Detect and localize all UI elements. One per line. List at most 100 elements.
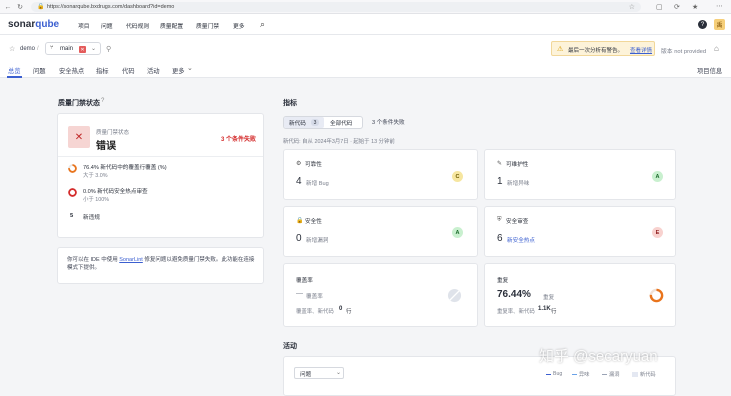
pin-icon[interactable]: ⚲ <box>106 45 111 53</box>
nav-item[interactable]: 代码规则 <box>126 21 149 30</box>
legend-swatch <box>546 374 551 375</box>
avatar[interactable]: 禹 <box>714 19 725 30</box>
tile-extra-unit: 行 <box>551 309 557 315</box>
version-text: 版本 not provided <box>661 49 707 55</box>
tile-value[interactable]: 76.44% <box>497 289 531 300</box>
coverage-donut <box>68 164 77 173</box>
favorites-icon[interactable]: ★ <box>692 3 698 11</box>
shield-icon: ⛨ <box>497 217 502 223</box>
tile-title: 覆盖率 <box>296 278 313 284</box>
watermark: 知乎 @secaryuan <box>539 348 658 365</box>
project-tab[interactable]: 活动 <box>147 66 160 75</box>
activity-legend: Bug 异味 漏洞 新代码 <box>546 371 674 379</box>
analysis-warning: ⚠ 最后一次分析有警告。 查看详情 <box>551 41 655 56</box>
chevron-down-icon: ⌄ <box>336 370 342 376</box>
nav-item[interactable]: 质量门禁 <box>196 21 219 30</box>
project-tab[interactable]: 指标 <box>96 66 109 75</box>
grade-badge-c: C <box>452 171 463 182</box>
address-bar[interactable]: 🔒 https://sonarqube.bxdrugs.com/dashboar… <box>31 2 641 12</box>
home-icon[interactable]: ⌂ <box>714 44 719 53</box>
sync-icon[interactable]: ⟳ <box>674 3 680 11</box>
condition-threshold: 小于 100% <box>83 197 110 203</box>
tile-title: 重复 <box>497 278 509 284</box>
logo[interactable]: sonarqube <box>8 19 59 30</box>
quality-gate-title: 质量门禁状态 <box>58 100 100 107</box>
activity-title: 活动 <box>283 343 297 350</box>
tab-icon[interactable]: ▢ <box>656 3 663 11</box>
tile-value[interactable]: 4 <box>296 176 302 187</box>
project-tab[interactable]: 更多 <box>172 66 185 75</box>
activity-metric-select[interactable]: 问题 ⌄ <box>294 367 344 379</box>
tile-value[interactable]: 1 <box>497 176 503 187</box>
nav-item[interactable]: 问题 <box>101 21 113 30</box>
quality-gate-card: ✕ 质量门禁状态 错误 3 个条件失败 76.4% 新代码中的覆盖行覆盖 (%)… <box>57 113 264 238</box>
wrench-icon: ✎ <box>497 161 503 167</box>
condition-value: 5 <box>70 213 74 219</box>
gate-failed-count: 3 个条件失败 <box>221 137 257 143</box>
warning-icon: ⚠ <box>557 46 564 53</box>
security-tile[interactable]: 🔒 安全性 0 新增漏洞 A <box>283 206 478 257</box>
condition-row[interactable]: 76.4% 新代码中的覆盖行覆盖 (%) 大于 3.0% <box>68 162 258 182</box>
project-info-link[interactable]: 项目信息 <box>697 66 722 75</box>
help-icon[interactable]: ? <box>698 20 707 29</box>
logo-suffix: qube <box>35 19 60 30</box>
gate-failed-icon: ✕ <box>68 126 90 148</box>
measures-title: 指标 <box>283 100 297 107</box>
gate-status: 错误 <box>96 141 116 152</box>
hotspot-donut <box>68 188 77 197</box>
tile-extra-value[interactable]: 1.1K <box>538 306 551 312</box>
grade-badge-e: E <box>652 227 663 238</box>
tile-label[interactable]: 新安全热点 <box>507 236 535 244</box>
tile-value[interactable]: 0 <box>296 233 302 244</box>
tile-value[interactable]: 6 <box>497 233 503 244</box>
tab-new-code[interactable]: 新代码 3 <box>284 117 324 128</box>
tile-title: 安全性 <box>305 219 322 225</box>
reliability-tile[interactable]: ⚙ 可靠性 4 新增 Bug C <box>283 149 478 200</box>
breadcrumb-separator: / <box>37 46 39 52</box>
project-tab[interactable]: 问题 <box>33 66 46 75</box>
project-tab[interactable]: 总览 <box>8 66 21 75</box>
branch-selector[interactable]: ⑂ main ✕ ⌄ <box>45 42 101 55</box>
help-circle-icon[interactable]: ? <box>101 98 104 104</box>
coverage-tile[interactable]: 覆盖率 — 覆盖率 覆盖率、新代码 0 行 <box>283 263 478 327</box>
bug-icon: ⚙ <box>296 161 302 167</box>
condition-row[interactable]: 5 新违规 <box>68 212 258 224</box>
legend-swatch <box>632 372 638 377</box>
search-icon[interactable]: ⌕ <box>260 19 265 30</box>
legend-label: 异味 <box>579 372 590 378</box>
nav-item[interactable]: 项目 <box>78 21 90 30</box>
tile-title: 安全审查 <box>506 219 529 225</box>
security-review-tile[interactable]: ⛨ 安全审查 6 新安全热点 E <box>484 206 676 257</box>
project-tab[interactable]: 安全热点 <box>59 66 84 75</box>
project-name[interactable]: demo <box>20 46 35 52</box>
divider <box>58 156 263 157</box>
warning-details-link[interactable]: 查看详情 <box>630 46 652 54</box>
lock-icon: 🔒 <box>37 4 45 10</box>
browser-toolbar: ← ↻ 🔒 https://sonarqube.bxdrugs.com/dash… <box>0 0 731 14</box>
back-icon[interactable]: ← <box>4 3 12 11</box>
nav-item[interactable]: 质量配置 <box>160 21 183 30</box>
new-code-since: 新代码: 自从 2024年3月7日 · 起始于 13 分钟前 <box>283 139 395 145</box>
legend-label: 漏洞 <box>609 372 620 378</box>
duplications-tile[interactable]: 重复 76.44% 重复 重复率、新代码 1.1K 行 <box>484 263 676 327</box>
reload-icon[interactable]: ↻ <box>16 3 24 11</box>
star-icon[interactable]: ☆ <box>629 3 635 11</box>
tab-new-code-count: 3 <box>311 119 319 126</box>
activity-select-value: 问题 <box>300 372 312 378</box>
condition-row[interactable]: 0.0% 新代码安全热点审查 小于 100% <box>68 186 258 206</box>
menu-icon[interactable]: ⋯ <box>716 2 723 10</box>
sonarlint-link[interactable]: SonarLint <box>119 257 143 263</box>
tile-value: — <box>296 290 303 297</box>
maintainability-tile[interactable]: ✎ 可维护性 1 新增异味 A <box>484 149 676 200</box>
legend-swatch <box>602 374 607 375</box>
tile-extra-value[interactable]: 0 <box>339 306 342 312</box>
chevron-down-icon: ⌄ <box>91 46 97 52</box>
tab-all-code[interactable]: 全部代码 <box>330 119 352 127</box>
tile-label: 新增 Bug <box>306 181 329 187</box>
tile-label: 新增漏洞 <box>306 238 329 244</box>
project-tab[interactable]: 代码 <box>122 66 135 75</box>
gate-status-label: 质量门禁状态 <box>96 130 130 136</box>
logo-prefix: sonar <box>8 19 36 30</box>
nav-item[interactable]: 更多 <box>233 21 245 30</box>
project-star-icon[interactable]: ☆ <box>9 45 15 53</box>
